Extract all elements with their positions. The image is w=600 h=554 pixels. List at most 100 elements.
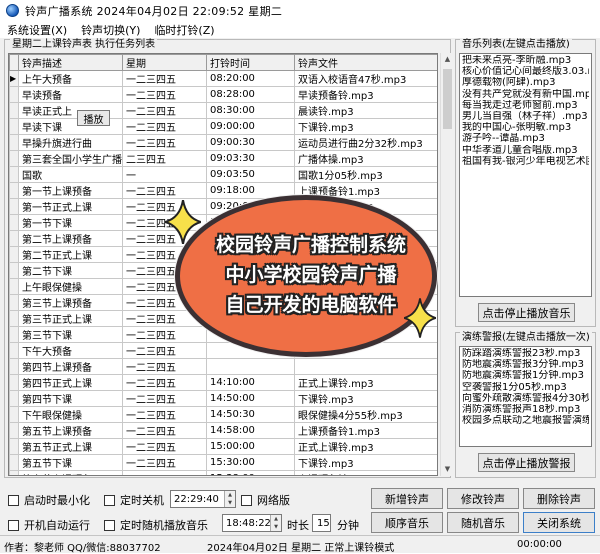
drill-list-item[interactable]: 消防演练警报声18秒.mp3 xyxy=(462,404,589,415)
cell-weekday: 一二三四五 xyxy=(122,86,207,103)
cell-description: 第二节正式上课 xyxy=(18,246,123,263)
table-row[interactable]: 第四节正式上课 一二三四五 14:10:00 正式上课铃.mp3 xyxy=(9,374,437,391)
cell-time: 14:10:00 xyxy=(206,374,295,391)
table-row[interactable]: ▶ 上午大预备 一二三四五 08:20:00 双语入校语音47秒.mp3 xyxy=(9,70,437,87)
music-list: 把未来点亮-李昕融.mp3核心价值记心间最终版3.03.mp3厚德载物(阿肆).… xyxy=(459,53,592,297)
menu-ring-switch[interactable]: 铃声切换(Y) xyxy=(74,22,147,38)
drill-list-item[interactable]: 空袭警报1分05秒.mp3 xyxy=(462,382,589,393)
random-time-field[interactable]: 18:48:22 ▲ ▼ xyxy=(222,514,282,532)
col-header-file[interactable]: 铃声文件 xyxy=(294,54,437,71)
cell-description: 第一节上课预备 xyxy=(18,182,123,199)
drill-list-item[interactable]: 防地震演练警报3分钟.mp3 xyxy=(462,359,589,370)
scroll-thumb[interactable] xyxy=(443,69,452,129)
music-list-item[interactable]: 我的中国心-张明敏.mp3 xyxy=(462,122,589,133)
row-indicator xyxy=(9,390,19,407)
table-row[interactable]: 第五节下课 一二三四五 15:30:00 下课铃.mp3 xyxy=(9,454,437,471)
menu-system-settings[interactable]: 系统设置(X) xyxy=(0,22,74,38)
network-checkbox[interactable] xyxy=(241,494,252,506)
music-list-item[interactable]: 男儿当自强（林子祥）.mp3 xyxy=(462,111,589,122)
table-row[interactable]: 国歌一 09:03:50 国歌1分05秒.mp3 xyxy=(9,166,437,183)
random-music-button[interactable]: 随机音乐 xyxy=(447,512,519,533)
table-row[interactable]: 早读下课 一二三四五 09:00:00 下课铃.mp3 xyxy=(9,118,437,135)
music-list-item[interactable]: 核心价值记心间最终版3.03.mp3 xyxy=(462,66,589,77)
time-spinner-icon[interactable]: ▲ ▼ xyxy=(224,491,235,507)
table-row[interactable]: 第三套全国小学生广播体 二三四五 09:03:30 广播体操.mp3 xyxy=(9,150,437,167)
table-row[interactable]: 第四节上课预备 一二三四五 xyxy=(9,358,437,375)
menu-temp-ring[interactable]: 临时打铃(Z) xyxy=(147,22,221,38)
music-list-item[interactable]: 每当我走过老师窗前.mp3 xyxy=(462,100,589,111)
stop-alarm-button[interactable]: 点击停止播放警报 xyxy=(478,453,575,472)
stop-music-button[interactable]: 点击停止播放音乐 xyxy=(478,303,575,322)
drill-list-item[interactable]: 校园多点联动之地震报警演练.mp3 xyxy=(462,415,589,426)
drill-list-item[interactable]: 防地震演练警报1分钟.mp3 xyxy=(462,370,589,381)
cell-file: 上课预备铃1.mp3 xyxy=(294,422,437,439)
scroll-down-icon[interactable]: ▼ xyxy=(441,463,454,476)
table-row[interactable]: 早读正式上 一二三四五 08:30:00 晨读铃.mp3 xyxy=(9,102,437,119)
col-header-time[interactable]: 打铃时间 xyxy=(206,54,295,71)
table-row[interactable]: 早操升旗进行曲 一二三四五 09:00:30 运动员进行曲2分32秒.mp3 xyxy=(9,134,437,151)
scroll-up-icon[interactable]: ▲ xyxy=(441,53,454,66)
cell-weekday: 一二三四五 xyxy=(122,358,207,375)
cell-description: 第二节下课 xyxy=(18,262,123,279)
table-row[interactable]: 下午眼保健操 一二三四五 14:50:30 眼保健操4分55秒.mp3 xyxy=(9,406,437,423)
random-music-option[interactable]: 定时随机播放音乐 xyxy=(104,517,208,533)
random-music-label: 定时随机播放音乐 xyxy=(120,519,208,532)
row-indicator xyxy=(9,326,19,343)
random-music-checkbox[interactable] xyxy=(104,519,115,531)
table-row[interactable]: 早读预备 一二三四五 08:28:00 早读预备铃.mp3 xyxy=(9,86,437,103)
random-time-spinner-icon[interactable]: ▲ ▼ xyxy=(270,515,281,531)
table-row[interactable]: 第五节上课预备 一二三四五 14:58:00 上课预备铃1.mp3 xyxy=(9,422,437,439)
promo-line-3: 自己开发的电脑软件 xyxy=(225,294,397,316)
cell-time: 14:50:00 xyxy=(206,390,295,407)
row-indicator xyxy=(9,278,19,295)
col-header-weekday[interactable]: 星期 xyxy=(122,54,207,71)
music-list-item[interactable]: 中华孝道儿童合唱版.mp3 xyxy=(462,145,589,156)
delete-ring-button[interactable]: 删除铃声 xyxy=(523,488,595,509)
cell-weekday: 一二三四五 xyxy=(122,470,207,475)
row-indicator xyxy=(9,454,19,471)
duration-field[interactable]: 15 xyxy=(312,514,331,532)
music-list-item[interactable]: 没有共产党就没有新中国.mp3 xyxy=(462,89,589,100)
table-row[interactable]: 第六节上课预备一二三四五15:38:00上课预备铃1.mp3 xyxy=(9,470,437,475)
autorun-label: 开机自动运行 xyxy=(24,519,90,532)
row-indicator xyxy=(9,470,19,475)
add-ring-button[interactable]: 新增铃声 xyxy=(371,488,443,509)
drill-list-item[interactable]: 向蜜外疏散演练警报4分30秒.mp3 xyxy=(462,393,589,404)
sequence-music-button[interactable]: 顺序音乐 xyxy=(371,512,443,533)
current-row-marker-icon: ▶ xyxy=(9,70,19,87)
table-row[interactable]: 第五节正式上课 一二三四五 15:00:00 正式上课铃.mp3 xyxy=(9,438,437,455)
cell-description: 第四节正式上课 xyxy=(18,374,123,391)
play-button[interactable]: 播放 xyxy=(77,110,110,126)
cell-time: 08:20:00 xyxy=(206,70,295,87)
table-row[interactable]: 第一节上课预备 一二三四五 09:18:00 上课预备铃1.mp3 xyxy=(9,182,437,199)
timed-shutdown-option[interactable]: 定时关机 xyxy=(104,492,164,508)
row-indicator xyxy=(9,374,19,391)
cell-weekday: 一 xyxy=(122,166,207,183)
row-indicator xyxy=(9,198,19,215)
cell-weekday: 一二三四五 xyxy=(122,342,207,359)
minimize-checkbox[interactable] xyxy=(8,494,19,506)
music-list-item[interactable]: 祖国有我-银河少年电视艺术团.mp3 xyxy=(462,156,589,167)
autorun-option[interactable]: 开机自动运行 xyxy=(8,517,90,533)
network-edition-option[interactable]: 网络版 xyxy=(241,492,290,508)
cell-description: 第一节正式上课 xyxy=(18,198,123,215)
col-header-description[interactable]: 铃声描述 xyxy=(18,54,123,71)
music-list-item[interactable]: 厚德载物(阿肆).mp3 xyxy=(462,77,589,88)
minimize-on-start-option[interactable]: 启动时最小化 xyxy=(8,492,90,508)
promo-line-1: 校园铃声广播控制系统 xyxy=(215,234,406,256)
music-list-item[interactable]: 游子吟--谭晶.mp3 xyxy=(462,133,589,144)
cell-time: 14:50:30 xyxy=(206,406,295,423)
row-indicator xyxy=(9,358,19,375)
table-row[interactable]: 第四节下课 一二三四五 14:50:00 下课铃.mp3 xyxy=(9,390,437,407)
drill-group: 演练警报(左键点击播放一次) 防踩踏演练警报23秒.mp3 防地震演练警报3分钟.… xyxy=(455,332,596,478)
music-list-item[interactable]: 把未来点亮-李昕融.mp3 xyxy=(462,55,589,66)
random-time-value: 18:48:22 xyxy=(226,517,271,529)
edit-ring-button[interactable]: 修改铃声 xyxy=(447,488,519,509)
drill-list-item[interactable]: 防踩踏演练警报23秒.mp3 xyxy=(462,348,589,359)
shutdown-time-field[interactable]: 22:29:40 ▲ ▼ xyxy=(170,490,236,508)
cell-time: 09:00:00 xyxy=(206,118,295,135)
close-system-button[interactable]: 关闭系统 xyxy=(523,512,595,533)
minimize-label: 启动时最小化 xyxy=(24,494,90,507)
autorun-checkbox[interactable] xyxy=(8,519,19,531)
shutdown-checkbox[interactable] xyxy=(104,494,115,506)
